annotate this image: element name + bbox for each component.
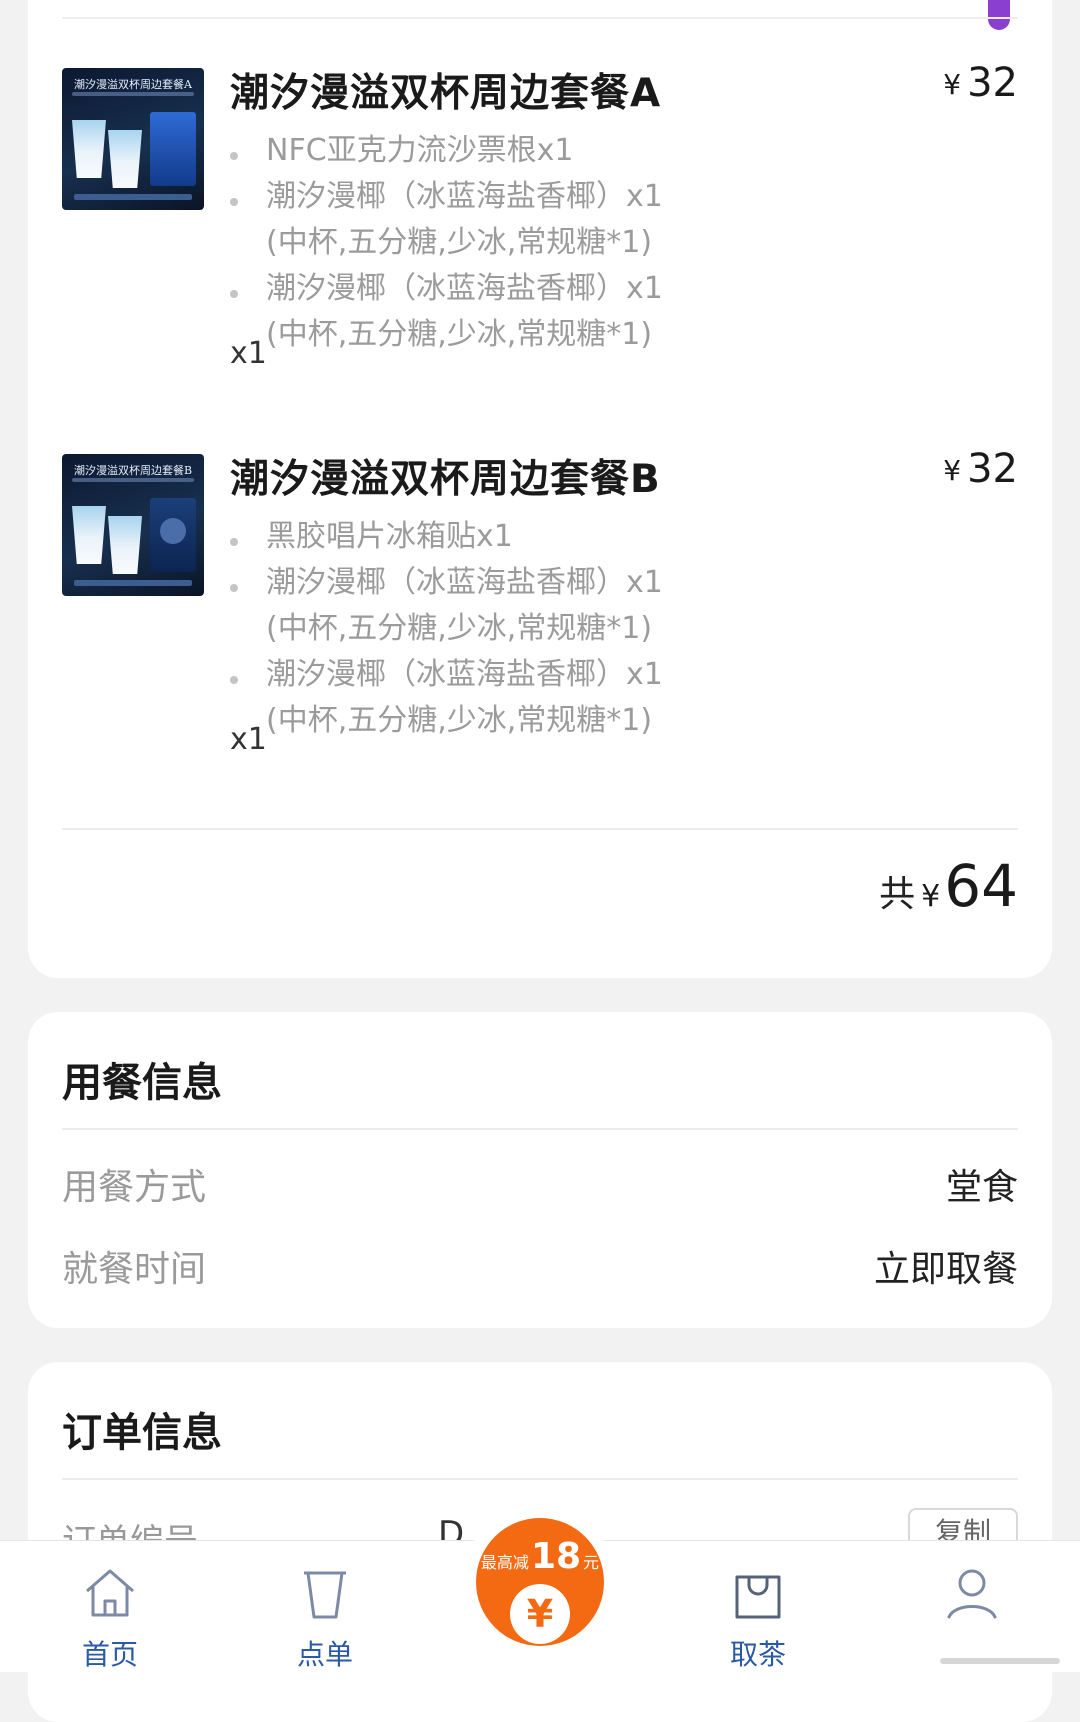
item-quantity: x1	[230, 336, 267, 371]
order-items-card: 潮汐漫溢双杯周边套餐A 潮汐漫溢双杯周边套餐A ¥32 NFC亚克力流沙票根x1…	[28, 0, 1052, 978]
cup-image	[72, 120, 106, 178]
sub-item-spec: (中杯,五分糖,少冰,常规糖*1)	[266, 611, 653, 646]
item-b-thumbnail: 潮汐漫溢双杯周边套餐B	[62, 454, 204, 596]
currency-symbol: ¥	[943, 454, 962, 487]
tab-menu-label: 点单	[296, 1638, 353, 1671]
cup-image	[108, 516, 142, 574]
cup-image	[72, 506, 106, 564]
sub-item-text: 潮汐漫椰（冰蓝海盐香椰）x1	[266, 179, 663, 214]
tab-home[interactable]: 首页	[40, 1563, 180, 1673]
item-name: 潮汐漫溢双杯周边套餐A	[230, 71, 662, 116]
sub-item-list: 黑胶唱片冰箱贴x1 潮汐漫椰（冰蓝海盐香椰）x1 (中杯,五分糖,少冰,常规糖*…	[230, 514, 790, 744]
promo-unit: 元	[583, 1553, 600, 1572]
sub-item-text: 潮汐漫椰（冰蓝海盐香椰）x1	[266, 271, 663, 306]
tab-home-label: 首页	[81, 1638, 138, 1671]
promo-button[interactable]: 最高减18 元 ¥	[476, 1518, 604, 1646]
currency-symbol: ¥	[943, 68, 962, 101]
list-item: 潮汐漫椰（冰蓝海盐香椰）x1 (中杯,五分糖,少冰,常规糖*1)	[230, 652, 790, 744]
cup-image	[108, 130, 142, 188]
tab-profile[interactable]	[902, 1563, 1042, 1627]
tab-pickup[interactable]: 取茶	[688, 1563, 828, 1673]
promo-prefix: 最高减	[480, 1553, 529, 1572]
currency-symbol: ¥	[921, 879, 941, 914]
dining-info-card: 用餐信息 用餐方式 堂食 就餐时间 立即取餐	[28, 1012, 1052, 1328]
merch-image	[150, 498, 196, 572]
list-item: 潮汐漫椰（冰蓝海盐香椰）x1 (中杯,五分糖,少冰,常规糖*1)	[230, 266, 790, 358]
sub-item-list: NFC亚克力流沙票根x1 潮汐漫椰（冰蓝海盐香椰）x1 (中杯,五分糖,少冰,常…	[230, 128, 790, 358]
sub-item-text: 潮汐漫椰（冰蓝海盐香椰）x1	[266, 657, 663, 692]
promo-text: 最高减18 元	[476, 1536, 604, 1577]
item-price: ¥32	[943, 60, 1018, 106]
bag-icon	[735, 1575, 781, 1619]
divider	[62, 17, 1018, 19]
sub-item-spec: (中杯,五分糖,少冰,常规糖*1)	[266, 225, 653, 260]
price-value: 32	[967, 446, 1018, 492]
home-icon	[86, 1569, 134, 1617]
total-label: 共	[879, 874, 916, 915]
item-quantity: x1	[230, 722, 267, 757]
item-name: 潮汐漫溢双杯周边套餐B	[230, 457, 661, 502]
list-item: NFC亚克力流沙票根x1	[230, 128, 790, 174]
sub-item-spec: (中杯,五分糖,少冰,常规糖*1)	[266, 317, 653, 352]
dining-mode-label: 用餐方式	[62, 1167, 207, 1208]
order-total: 共 ¥64	[879, 852, 1018, 920]
cup-icon	[304, 1571, 346, 1619]
thumb-title: 潮汐漫溢双杯周边套餐B	[73, 464, 193, 477]
price-value: 32	[967, 60, 1018, 106]
promo-amount: 18	[530, 1536, 582, 1577]
item-price: ¥32	[943, 446, 1018, 492]
sub-item-text: 黑胶唱片冰箱贴x1	[266, 519, 513, 554]
home-indicator	[940, 1658, 1060, 1664]
sub-item-text: NFC亚克力流沙票根x1	[266, 133, 574, 168]
list-item: 潮汐漫椰（冰蓝海盐香椰）x1 (中杯,五分糖,少冰,常规糖*1)	[230, 174, 790, 266]
dining-time-label: 就餐时间	[62, 1249, 207, 1290]
tab-pickup-label: 取茶	[729, 1638, 786, 1671]
list-item: 黑胶唱片冰箱贴x1	[230, 514, 790, 560]
thumb-title: 潮汐漫溢双杯周边套餐A	[74, 78, 192, 91]
purple-annotation-mark	[988, 0, 1010, 30]
dining-mode-value: 堂食	[945, 1167, 1018, 1208]
dining-time-value: 立即取餐	[873, 1249, 1018, 1290]
divider	[62, 828, 1018, 830]
divider	[62, 1128, 1018, 1130]
tab-menu[interactable]: 点单	[255, 1563, 395, 1673]
section-title: 订单信息	[62, 1410, 222, 1456]
item-a-thumbnail: 潮汐漫溢双杯周边套餐A	[62, 68, 204, 210]
list-item: 潮汐漫椰（冰蓝海盐香椰）x1 (中杯,五分糖,少冰,常规糖*1)	[230, 560, 790, 652]
total-value: 64	[944, 852, 1018, 920]
merch-image	[150, 112, 196, 186]
divider	[62, 1478, 1018, 1480]
sub-item-spec: (中杯,五分糖,少冰,常规糖*1)	[266, 703, 653, 738]
user-icon	[947, 1569, 997, 1619]
sub-item-text: 潮汐漫椰（冰蓝海盐香椰）x1	[266, 565, 663, 600]
section-title: 用餐信息	[62, 1060, 222, 1106]
coin-icon: ¥	[510, 1584, 570, 1644]
